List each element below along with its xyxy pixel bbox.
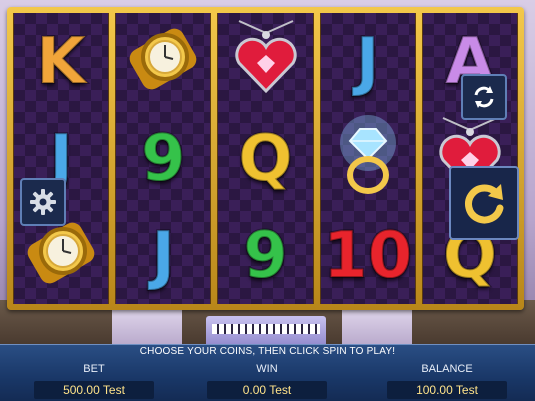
balance-label: BALANCE — [421, 363, 473, 375]
gear-icon — [30, 189, 56, 215]
reel-4-symbol-3: 10 — [321, 207, 415, 304]
refresh-icon — [474, 86, 494, 108]
spin-arrow-icon — [465, 184, 504, 224]
reel-3-symbol-3: 9 — [218, 207, 312, 304]
reel-1: KJ — [13, 13, 110, 304]
piano-keys — [212, 324, 320, 334]
win-label: WIN — [256, 363, 278, 375]
settings-button[interactable] — [20, 178, 66, 226]
symbol-letter: 9 — [140, 121, 187, 196]
reel-4-symbol-2 — [321, 110, 415, 207]
reel-frame: KJ 9J Q9J 10 A Q — [7, 7, 524, 310]
reel-3: Q9 — [217, 13, 314, 304]
reels-area[interactable]: KJ 9J Q9J 10 A Q — [13, 13, 519, 304]
reel-2-symbol-1 — [116, 13, 210, 110]
win-value: 0.00 Test — [207, 381, 327, 399]
reel-2: 9J — [115, 13, 212, 304]
bet-label: BET — [83, 363, 105, 375]
diamond-ring-icon — [328, 113, 408, 204]
status-bar: CHOOSE YOUR COINS, THEN CLICK SPIN TO PL… — [0, 344, 535, 401]
bet-value[interactable]: 500.00 Test — [34, 381, 154, 399]
symbol-letter: 10 — [322, 218, 413, 293]
reel-2-symbol-2: 9 — [116, 110, 210, 207]
instruction-message: CHOOSE YOUR COINS, THEN CLICK SPIN TO PL… — [139, 346, 396, 357]
autoplay-button[interactable] — [461, 74, 507, 120]
symbol-letter: K — [35, 24, 87, 99]
reel-4-symbol-1: J — [321, 13, 415, 110]
reel-2-symbol-3: J — [116, 207, 210, 304]
reel-3-symbol-1 — [218, 13, 312, 110]
symbol-letter: J — [355, 24, 381, 99]
heart-pendant-icon — [231, 19, 301, 104]
reel-5: A Q — [421, 13, 519, 304]
symbol-letter: 9 — [242, 218, 289, 293]
reel-3-symbol-2: Q — [218, 110, 312, 207]
reel-4: J 10 — [319, 13, 416, 304]
symbol-letter: J — [150, 218, 176, 293]
balance-value: 100.00 Test — [387, 381, 507, 399]
spin-button[interactable] — [449, 166, 519, 240]
gold-watch-icon — [123, 19, 203, 104]
symbol-letter: Q — [237, 121, 293, 196]
reel-1-symbol-1: K — [14, 13, 108, 110]
